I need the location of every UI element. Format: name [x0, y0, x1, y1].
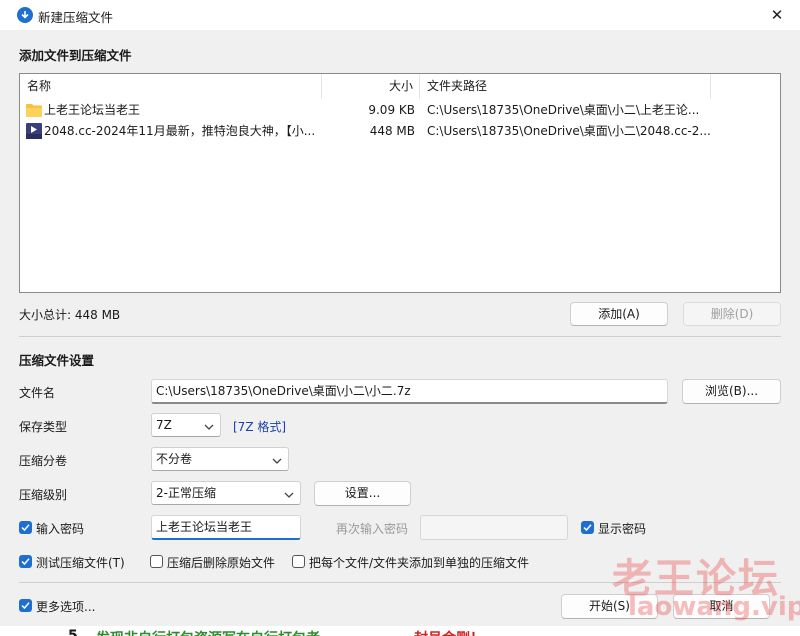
- delete-after-checkbox[interactable]: [150, 555, 163, 568]
- watermark-text-en: laowang.vip: [628, 592, 800, 622]
- file-name: 上老王论坛当老王: [44, 103, 141, 117]
- show-password-checkbox[interactable]: [581, 521, 594, 534]
- more-options-label: 更多选项...: [36, 600, 96, 614]
- total-size: 大小总计: 448 MB: [19, 308, 121, 322]
- password-checkbox[interactable]: [19, 521, 32, 534]
- table-row[interactable]: 上老王论坛当老王 9.09 KB C:\Users\18735\OneDrive…: [20, 100, 780, 121]
- file-list[interactable]: 名称 大小 文件夹路径 上老王论坛当老王 9.09 KB C:\Users\18…: [19, 73, 781, 293]
- column-header-path[interactable]: 文件夹路径: [420, 74, 711, 99]
- level-value: 2-正常压缩: [156, 486, 216, 500]
- file-path: C:\Users\18735\OneDrive\桌面\小二\2048.cc-2.…: [427, 124, 711, 138]
- checkmark-icon: [583, 524, 592, 532]
- show-password-label: 显示密码: [598, 522, 647, 536]
- folder-icon: [26, 103, 42, 117]
- split-select[interactable]: 不分卷: [151, 447, 289, 471]
- settings-section-heading: 压缩文件设置: [19, 353, 95, 368]
- background-list-number: 5: [68, 628, 78, 636]
- test-archive-label: 测试压缩文件(T): [36, 556, 125, 570]
- filename-input[interactable]: C:\Users\18735\OneDrive\桌面\小二\小二.7z: [151, 379, 668, 404]
- save-type-format-link[interactable]: [7Z 格式]: [233, 418, 286, 435]
- more-options-checkbox[interactable]: [19, 599, 32, 612]
- file-path: C:\Users\18735\OneDrive\桌面\小二\上老王论...: [427, 103, 700, 117]
- split-label: 压缩分卷: [19, 454, 68, 468]
- column-header-name[interactable]: 名称: [20, 74, 322, 99]
- title-bar: [0, 0, 800, 30]
- checkmark-icon: [21, 558, 30, 566]
- background-page-strip: 5 发现非自行打包资源写在自行打包者 ，封号金删！: [0, 626, 800, 636]
- add-button[interactable]: 添加(A): [570, 302, 668, 326]
- repeat-password-input[interactable]: [420, 515, 568, 540]
- save-type-value: 7Z: [156, 418, 172, 432]
- test-archive-checkbox[interactable]: [19, 555, 32, 568]
- close-icon[interactable]: ✕: [766, 4, 788, 26]
- filename-label: 文件名: [19, 386, 56, 400]
- background-red-text: ，封号金删！: [400, 628, 484, 636]
- file-size: 9.09 KB: [368, 103, 415, 117]
- each-separately-checkbox[interactable]: [292, 555, 305, 568]
- save-type-select[interactable]: 7Z: [151, 413, 221, 437]
- window-title: 新建压缩文件: [38, 10, 114, 25]
- level-label: 压缩级别: [19, 488, 68, 502]
- delete-button[interactable]: 删除(D): [683, 302, 781, 326]
- file-name: 2048.cc-2024年11月最新，推特泡良大神，【小...: [44, 124, 316, 138]
- file-size: 448 MB: [369, 124, 415, 138]
- mp4-file-icon: [26, 123, 42, 139]
- save-type-label: 保存类型: [19, 420, 68, 434]
- checkmark-icon: [21, 602, 30, 610]
- background-green-text: 发现非自行打包资源写在自行打包者: [96, 628, 320, 636]
- password-input[interactable]: 上老王论坛当老王: [151, 515, 301, 540]
- chevron-down-icon: [284, 486, 294, 508]
- column-header-size[interactable]: 大小: [322, 74, 420, 99]
- level-select[interactable]: 2-正常压缩: [151, 481, 301, 505]
- divider: [19, 336, 781, 337]
- chevron-down-icon: [272, 452, 282, 474]
- repeat-password-label: 再次输入密码: [336, 522, 409, 536]
- app-logo-icon: [17, 7, 33, 23]
- split-value: 不分卷: [156, 452, 193, 466]
- delete-after-label: 压缩后删除原始文件: [167, 556, 276, 570]
- each-separately-label: 把每个文件/文件夹添加到单独的压缩文件: [309, 556, 530, 570]
- chevron-down-icon: [204, 418, 214, 440]
- password-label: 输入密码: [36, 522, 85, 536]
- checkmark-icon: [21, 524, 30, 532]
- files-section-heading: 添加文件到压缩文件: [19, 48, 132, 63]
- table-row[interactable]: 2048.cc-2024年11月最新，推特泡良大神，【小... 448 MB C…: [20, 121, 780, 142]
- level-settings-button[interactable]: 设置...: [314, 481, 411, 506]
- browse-button[interactable]: 浏览(B)...: [682, 379, 781, 404]
